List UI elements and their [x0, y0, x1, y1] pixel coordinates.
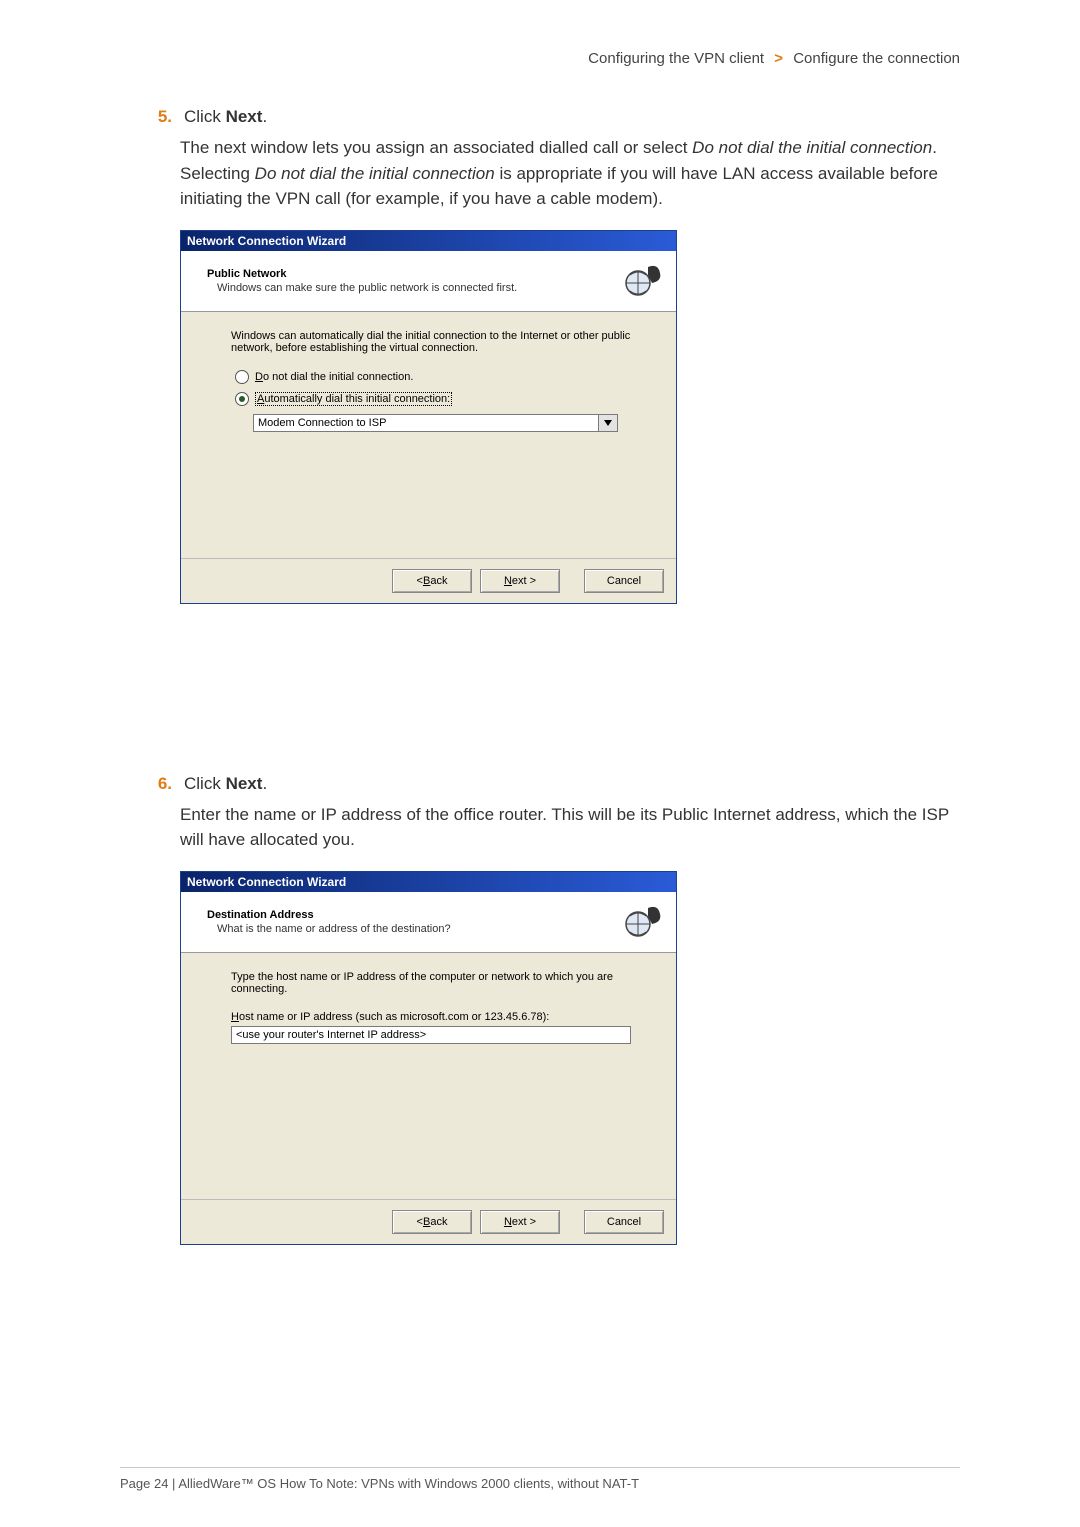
- page-footer: Page 24 | AlliedWare™ OS How To Note: VP…: [120, 1467, 960, 1491]
- wizard1-header: Public Network Windows can make sure the…: [181, 251, 676, 312]
- wizard1-titlebar[interactable]: Network Connection Wizard: [181, 231, 676, 251]
- step-5: 5. Click Next. The next window lets you …: [180, 107, 960, 604]
- breadcrumb-right: Configure the connection: [793, 50, 960, 67]
- wizard-public-network: Network Connection Wizard Public Network…: [180, 230, 677, 604]
- wizard2-titlebar[interactable]: Network Connection Wizard: [181, 872, 676, 892]
- step-5-number: 5.: [150, 107, 172, 127]
- step-5-body: The next window lets you assign an assoc…: [180, 135, 960, 212]
- wizard2-intro: Type the host name or IP address of the …: [231, 971, 654, 995]
- step-6-click: Click: [184, 774, 221, 793]
- step-5-next: Next: [226, 107, 263, 126]
- radio-icon[interactable]: [235, 370, 249, 384]
- wizard1-header-title: Public Network: [207, 268, 622, 280]
- wizard2-header-title: Destination Address: [207, 909, 622, 921]
- radio-auto-dial[interactable]: Automatically dial this initial connecti…: [231, 392, 654, 406]
- breadcrumb: Configuring the VPN client > Configure t…: [120, 50, 960, 67]
- radio-icon-selected[interactable]: [235, 392, 249, 406]
- wizard2-body: Type the host name or IP address of the …: [181, 953, 676, 1199]
- next-button[interactable]: Next >: [480, 1210, 560, 1234]
- step-6-number: 6.: [150, 774, 172, 794]
- step-6-body: Enter the name or IP address of the offi…: [180, 802, 960, 853]
- next-button[interactable]: Next >: [480, 569, 560, 593]
- breadcrumb-sep: >: [768, 50, 789, 67]
- step-6-head: 6. Click Next.: [180, 774, 960, 794]
- network-globe-icon: [622, 902, 662, 942]
- back-button[interactable]: < Back: [392, 1210, 472, 1234]
- host-field-label: Host name or IP address (such as microso…: [231, 1011, 654, 1023]
- wizard1-footer: < Back Next > Cancel: [181, 558, 676, 603]
- step-6-next: Next: [226, 774, 263, 793]
- wizard1-header-sub: Windows can make sure the public network…: [207, 282, 622, 294]
- wizard1-body: Windows can automatically dial the initi…: [181, 312, 676, 558]
- step-6-period: .: [262, 774, 267, 793]
- wizard2-footer: < Back Next > Cancel: [181, 1199, 676, 1244]
- host-input[interactable]: <use your router's Internet IP address>: [231, 1026, 631, 1044]
- cancel-button[interactable]: Cancel: [584, 1210, 664, 1234]
- step-5-period: .: [262, 107, 267, 126]
- wizard1-intro: Windows can automatically dial the initi…: [231, 330, 654, 354]
- wizard2-header: Destination Address What is the name or …: [181, 892, 676, 953]
- chevron-down-icon[interactable]: [598, 414, 618, 432]
- cancel-button[interactable]: Cancel: [584, 569, 664, 593]
- initial-connection-value[interactable]: Modem Connection to ISP: [253, 414, 598, 432]
- radio-do-not-dial-label: Do not dial the initial connection.: [255, 371, 413, 383]
- initial-connection-combo[interactable]: Modem Connection to ISP: [253, 414, 618, 432]
- network-globe-icon: [622, 261, 662, 301]
- breadcrumb-left: Configuring the VPN client: [588, 50, 764, 67]
- wizard2-header-sub: What is the name or address of the desti…: [207, 923, 622, 935]
- step-6: 6. Click Next. Enter the name or IP addr…: [180, 774, 960, 1245]
- radio-do-not-dial[interactable]: Do not dial the initial connection.: [231, 370, 654, 384]
- step-5-click: Click: [184, 107, 221, 126]
- radio-auto-dial-label: Automatically dial this initial connecti…: [255, 392, 452, 406]
- wizard-destination-address: Network Connection Wizard Destination Ad…: [180, 871, 677, 1245]
- step-5-head: 5. Click Next.: [180, 107, 960, 127]
- back-button[interactable]: < Back: [392, 569, 472, 593]
